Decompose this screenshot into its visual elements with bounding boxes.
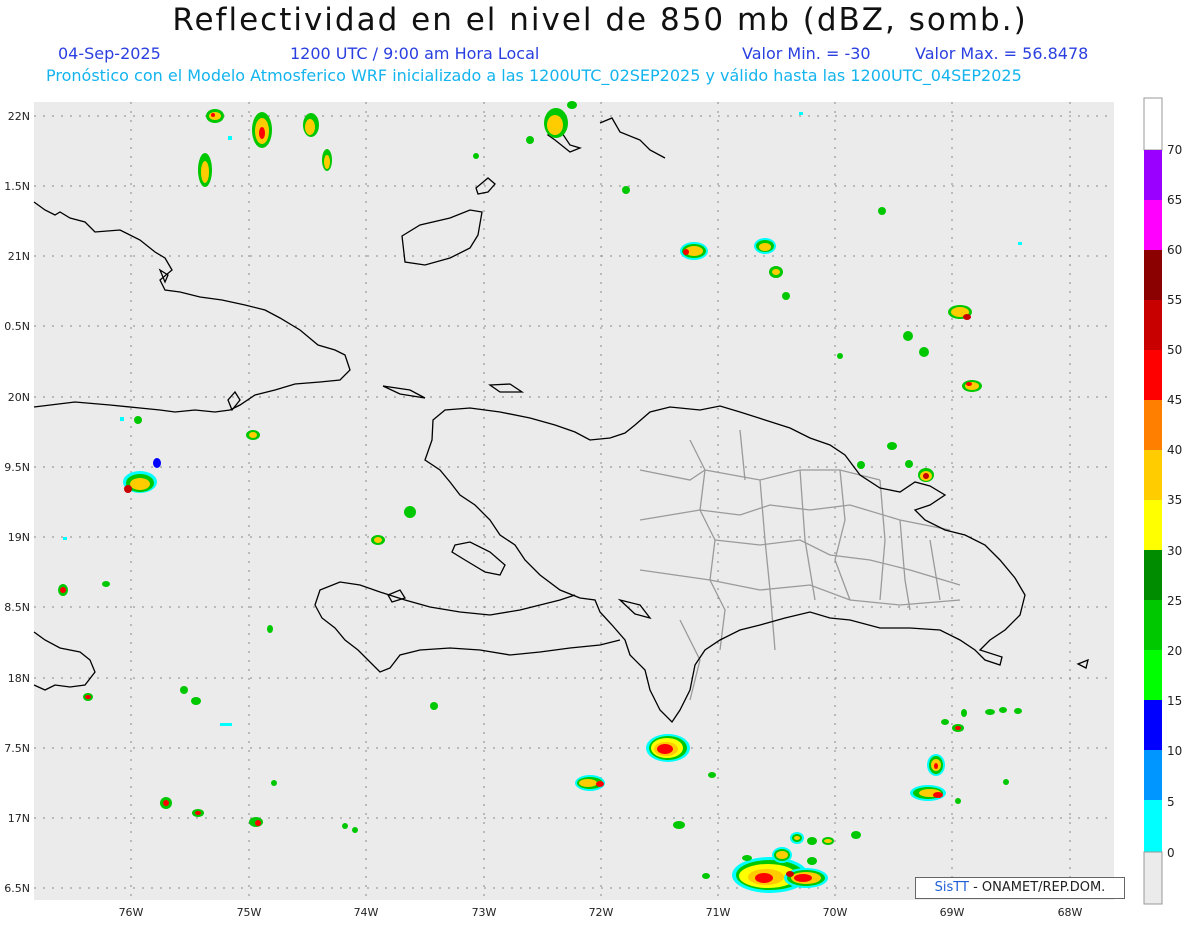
- echo-cell: [206, 109, 224, 123]
- lat-label: 7.5N: [4, 742, 30, 755]
- colorbar-label: 35: [1167, 493, 1182, 507]
- colorbar-swatch: [1144, 350, 1162, 400]
- echo-cell: [772, 847, 792, 863]
- colorbar-label: 20: [1167, 644, 1182, 658]
- colorbar-label: 30: [1167, 544, 1182, 558]
- colorbar-swatch: [1144, 150, 1162, 200]
- colorbar-labels: 70 65 60 55 50 45 40 35 30 25 20 15 10 5…: [1167, 143, 1182, 860]
- lat-label: 1.5N: [4, 180, 30, 193]
- lat-label: 9.5N: [4, 461, 30, 474]
- colorbar-label: 5: [1167, 795, 1175, 809]
- lon-label: 72W: [589, 906, 614, 919]
- colorbar-label: 60: [1167, 243, 1182, 257]
- lat-label: 8.5N: [4, 601, 30, 614]
- lon-label: 71W: [706, 906, 731, 919]
- colorbar-label: 25: [1167, 594, 1182, 608]
- colorbar-label: 55: [1167, 293, 1182, 307]
- lat-label: 22N: [8, 110, 30, 123]
- colorbar-swatch: [1144, 650, 1162, 700]
- credit-box: SisTT - ONAMET/REP.DOM.: [915, 877, 1125, 899]
- colorbar-swatch: [1144, 500, 1162, 550]
- colorbar-swatch: [1144, 600, 1162, 650]
- map-canvas: 22N 1.5N 21N 0.5N 20N 9.5N 19N 8.5N 18N …: [4, 97, 1182, 919]
- colorbar-label: 10: [1167, 744, 1182, 758]
- lon-label: 73W: [472, 906, 497, 919]
- lat-label: 21N: [8, 250, 30, 263]
- colorbar-label: 70: [1167, 143, 1182, 157]
- colorbar-swatch: [1144, 300, 1162, 350]
- colorbar-label: 65: [1167, 193, 1182, 207]
- lon-label: 75W: [237, 906, 262, 919]
- echo-cell: [927, 754, 945, 776]
- lon-label: 70W: [823, 906, 848, 919]
- echo-cell: [198, 153, 212, 187]
- echo-cell: [123, 471, 157, 493]
- echo-cell: [680, 242, 708, 260]
- colorbar-swatch: [1144, 800, 1162, 852]
- echo-cell: [962, 380, 982, 392]
- echo-cell: [252, 112, 272, 148]
- colorbar-swatch: [1144, 550, 1162, 600]
- lat-label: 19N: [8, 531, 30, 544]
- lat-label: 6.5N: [4, 882, 30, 895]
- lat-label: 17N: [8, 812, 30, 825]
- colorbar-swatch: [1144, 750, 1162, 800]
- echo-cell: [575, 775, 605, 791]
- colorbar-swatch: [1144, 450, 1162, 500]
- colorbar-label: 40: [1167, 443, 1182, 457]
- colorbar-label: 50: [1167, 343, 1182, 357]
- colorbar-swatch: [1143, 851, 1163, 905]
- colorbar: [1143, 97, 1163, 905]
- echo-cell: [754, 238, 776, 254]
- colorbar-swatch: [1144, 250, 1162, 300]
- lat-label: 18N: [8, 672, 30, 685]
- latitude-labels: 22N 1.5N 21N 0.5N 20N 9.5N 19N 8.5N 18N …: [4, 110, 30, 895]
- lat-label: 0.5N: [4, 320, 30, 333]
- echo-cell: [322, 149, 332, 171]
- lon-label: 69W: [940, 906, 965, 919]
- echo-cell: [910, 785, 946, 801]
- colorbar-label: 45: [1167, 393, 1182, 407]
- colorbar-swatch: [1144, 400, 1162, 450]
- echo-cell: [790, 832, 804, 844]
- lon-label: 74W: [354, 906, 379, 919]
- lon-label: 68W: [1058, 906, 1083, 919]
- lat-label: 20N: [8, 391, 30, 404]
- echo-cell: [918, 468, 934, 482]
- colorbar-swatch: [1144, 200, 1162, 250]
- credit-text: - ONAMET/REP.DOM.: [968, 880, 1106, 895]
- map-background: [34, 102, 1114, 900]
- echo-cell: [784, 868, 828, 888]
- colorbar-label: 0: [1167, 846, 1175, 860]
- colorbar-label: 15: [1167, 694, 1182, 708]
- echo-cell: [303, 113, 319, 137]
- colorbar-swatch: [1144, 700, 1162, 750]
- credit-brand: SisTT: [934, 880, 969, 895]
- longitude-labels: 76W 75W 74W 73W 72W 71W 70W 69W 68W: [119, 906, 1083, 919]
- lon-label: 76W: [119, 906, 144, 919]
- echo-cell: [646, 734, 690, 762]
